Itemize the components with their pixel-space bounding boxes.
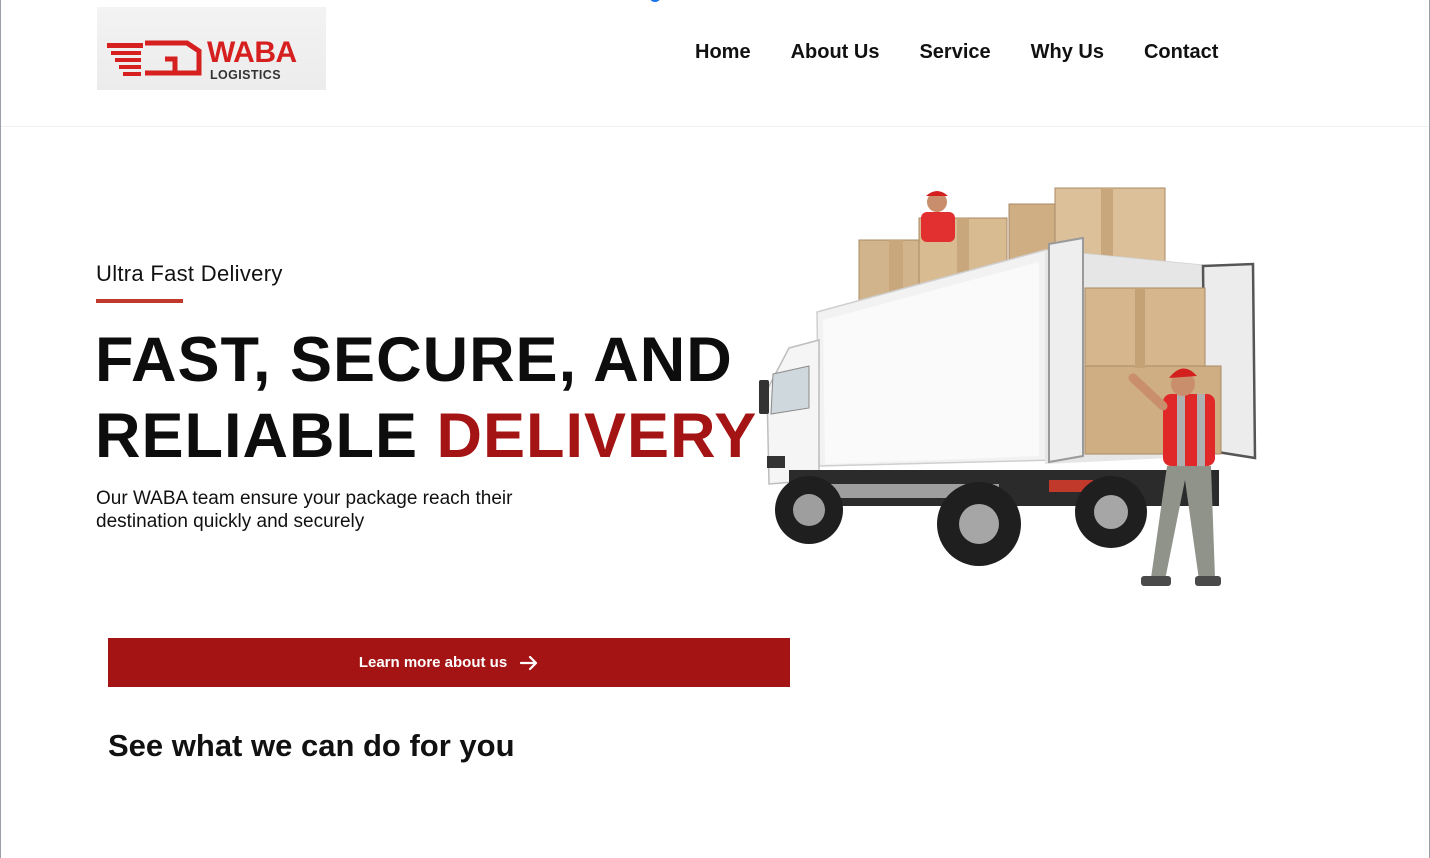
headline-line-1: FAST, SECURE, AND <box>95 325 733 395</box>
site-header: WABA LOGISTICS Home About Us Service Why… <box>1 0 1429 127</box>
nav-home[interactable]: Home <box>695 40 751 64</box>
loading-indicator <box>649 0 661 2</box>
learn-more-button[interactable]: Learn more about us <box>108 638 790 687</box>
logo-subtitle: LOGISTICS <box>210 68 281 82</box>
learn-more-label: Learn more about us <box>358 654 508 671</box>
hero-description: Our WABA team ensure your package reach … <box>96 488 513 532</box>
logo-link[interactable]: WABA LOGISTICS <box>97 7 326 90</box>
truck-cab <box>759 339 820 485</box>
eyebrow-underline <box>96 299 183 303</box>
delivery-truck-illustration <box>759 187 1257 586</box>
page: WABA LOGISTICS Home About Us Service Why… <box>0 0 1430 858</box>
nav-about-us[interactable]: About Us <box>791 40 880 64</box>
arrow-right-icon <box>520 655 538 670</box>
hero-headline: FAST, SECURE, AND RELIABLE DELIVERY <box>95 322 757 474</box>
main-nav: Home About Us Service Why Us Contact <box>695 40 1218 64</box>
headline-line-2-plain: RELIABLE <box>95 401 418 471</box>
nav-service[interactable]: Service <box>919 40 990 64</box>
nav-why-us[interactable]: Why Us <box>1031 40 1104 64</box>
truck-wheels <box>775 476 1147 566</box>
headline-accent-word: DELIVERY <box>436 401 758 471</box>
nav-contact[interactable]: Contact <box>1144 40 1218 64</box>
logo-wordmark: WABA <box>207 36 297 69</box>
roof-worker <box>921 191 955 242</box>
delivery-truck-logo-icon <box>107 40 202 76</box>
services-title: See what we can do for you <box>108 728 515 763</box>
hero-eyebrow: Ultra Fast Delivery <box>96 261 283 286</box>
